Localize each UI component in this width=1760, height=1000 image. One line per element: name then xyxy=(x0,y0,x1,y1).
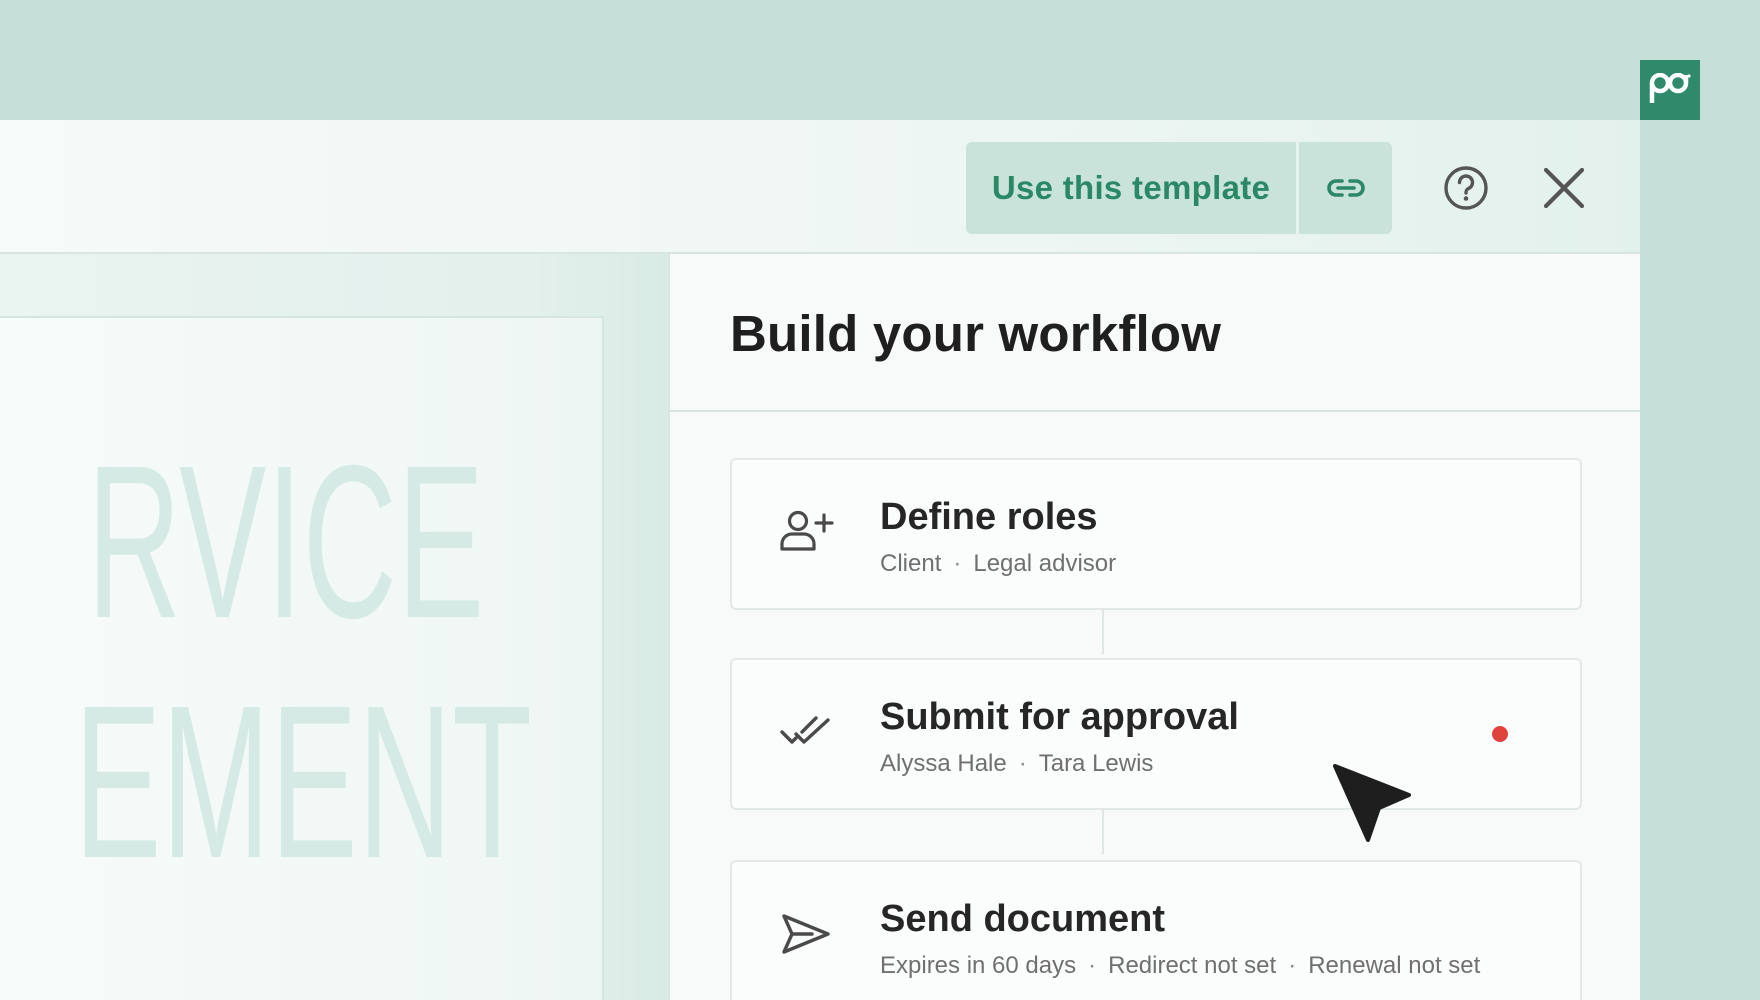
panel-title: Build your workflow xyxy=(730,305,1222,362)
step-details: Alyssa Hale · Tara Lewis xyxy=(880,750,1154,777)
close-button[interactable] xyxy=(1536,160,1592,216)
copy-link-button[interactable] xyxy=(1299,142,1392,234)
renewal-setting: Renewal not set xyxy=(1308,952,1481,979)
step-title: Submit for approval xyxy=(880,696,1239,738)
step-connector xyxy=(1102,608,1104,654)
step-details: Expires in 60 days · Redirect not set · Rene… xyxy=(880,952,1481,979)
pandadoc-logo xyxy=(1640,60,1700,120)
step-title: Send document xyxy=(880,898,1166,940)
workflow-step-send-document[interactable]: Send document Expires in 60 days · Redirec… xyxy=(730,860,1582,1000)
workflow-step-submit-for-approval[interactable]: Submit for approval Alyssa Hale · Tara Lew… xyxy=(730,658,1582,810)
workflow-panel: Build your workflow Define roles Client ·… xyxy=(668,254,1640,1000)
double-check-icon xyxy=(776,706,836,758)
redirect-setting: Redirect not set xyxy=(1108,952,1277,979)
approver-name: Tara Lewis xyxy=(1038,750,1154,777)
panel-divider xyxy=(670,410,1640,412)
document-preview-area: RVICE EMENT xyxy=(0,254,668,1000)
template-window: Use this template RVICE EMENT Build your… xyxy=(0,120,1640,1000)
close-icon xyxy=(1543,167,1585,209)
step-connector xyxy=(1102,808,1104,854)
document-page[interactable]: RVICE EMENT xyxy=(0,316,604,1000)
step-details: Client · Legal advisor xyxy=(880,550,1117,577)
expiration-setting: Expires in 60 days xyxy=(880,952,1077,979)
document-heading-line-1: RVICE xyxy=(86,421,484,664)
link-icon xyxy=(1326,179,1365,197)
toolbar: Use this template xyxy=(0,120,1640,254)
approver-name: Alyssa Hale xyxy=(880,750,1007,777)
role-legal-advisor: Legal advisor xyxy=(973,550,1117,577)
pandadoc-logo-icon xyxy=(1649,73,1691,103)
help-circle-icon xyxy=(1444,166,1488,210)
status-dot xyxy=(1492,726,1508,742)
send-icon xyxy=(776,908,836,960)
add-user-icon xyxy=(776,506,836,558)
step-title: Define roles xyxy=(880,496,1098,538)
workflow-step-define-roles[interactable]: Define roles Client · Legal advisor xyxy=(730,458,1582,610)
help-button[interactable] xyxy=(1438,160,1494,216)
use-template-button[interactable]: Use this template xyxy=(966,142,1296,234)
document-heading-line-2: EMENT xyxy=(74,661,532,904)
mouse-pointer-icon xyxy=(1333,764,1411,842)
role-client: Client xyxy=(880,550,942,577)
